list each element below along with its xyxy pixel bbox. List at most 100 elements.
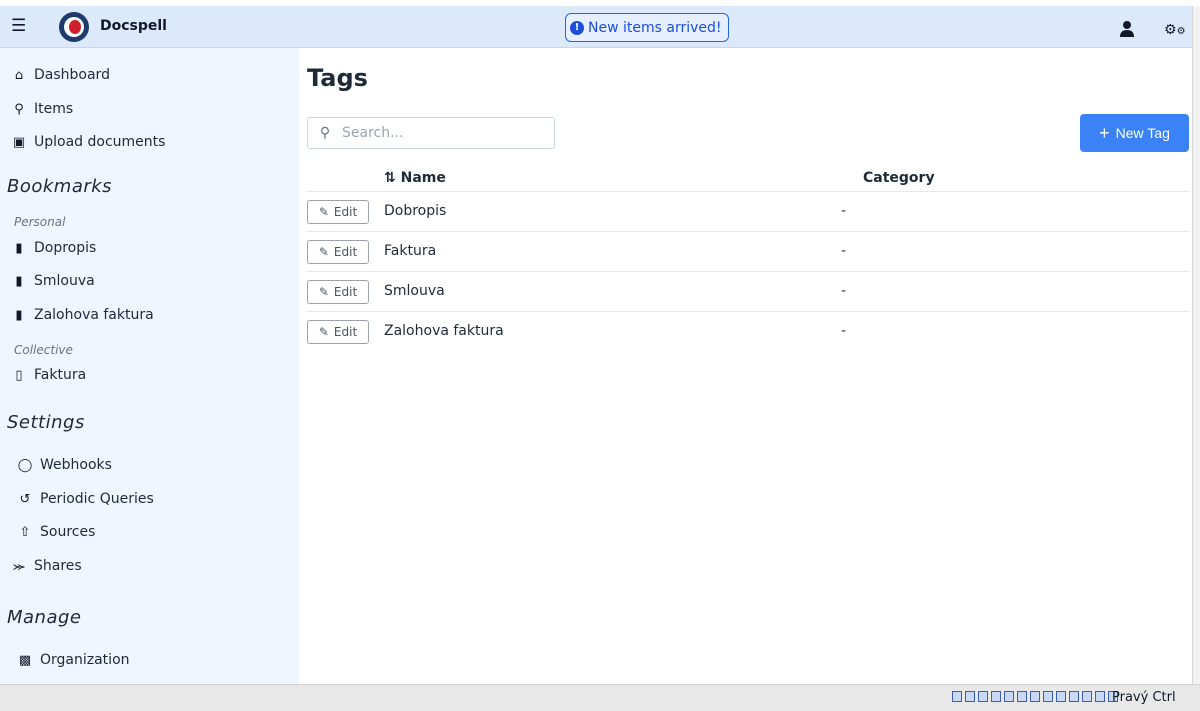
edit-button-label: Edit (333, 285, 358, 299)
host-key-label: Pravý Ctrl (1112, 690, 1176, 705)
sidebar-item-dopropis[interactable]: ▮ Dopropis (11, 240, 96, 256)
sidebar: ⌂ Dashboard ⚲ Items ▣ Upload documents B… (0, 48, 299, 684)
tag-name-cell: Smlouva (384, 283, 445, 299)
tag-name-cell: Dobropis (384, 203, 447, 219)
share-icon: ⪼ (12, 558, 26, 574)
sidebar-item-label: Smlouva (34, 273, 95, 289)
vm-device-icon[interactable] (1030, 691, 1040, 702)
sidebar-item-organization[interactable]: ▩ Organization (17, 652, 130, 668)
table-row: ✎ Edit Smlouva - (307, 271, 1189, 311)
info-icon: ! (570, 20, 584, 35)
sidebar-item-shares[interactable]: ⪼ Shares (11, 558, 82, 574)
tag-category-cell: - (841, 323, 847, 339)
sidebar-item-zalohova-faktura[interactable]: ▮ Zalohova faktura (11, 307, 154, 323)
vm-device-icon[interactable] (1017, 691, 1027, 702)
column-header-category: Category (863, 170, 935, 186)
sidebar-item-label: Organization (40, 652, 130, 668)
settings-heading: Settings (7, 412, 85, 433)
sort-icon: ⇅ (384, 170, 396, 186)
edit-button-label: Edit (333, 245, 358, 259)
sidebar-item-label: Faktura (34, 367, 87, 383)
column-header-name-label: Name (400, 170, 446, 186)
edit-button-label: Edit (333, 205, 358, 219)
sidebar-item-label: Items (34, 101, 74, 117)
vm-device-icon[interactable] (965, 691, 975, 702)
new-tag-button[interactable]: + New Tag (1080, 114, 1189, 152)
personal-heading: Personal (14, 215, 66, 229)
vm-device-icon[interactable] (1082, 691, 1092, 702)
manage-heading: Manage (7, 607, 82, 628)
vm-device-icon[interactable] (1069, 691, 1079, 702)
sidebar-item-label: Upload documents (34, 134, 166, 150)
sidebar-item-faktura[interactable]: ▯ Faktura (11, 367, 86, 383)
sidebar-item-label: Periodic Queries (40, 491, 154, 507)
sidebar-item-label: Sources (40, 524, 96, 540)
bookmark-icon: ▮ (15, 273, 23, 289)
vm-device-icon[interactable] (1043, 691, 1053, 702)
sidebar-item-label: Webhooks (40, 457, 112, 473)
bookmark-icon: ▮ (15, 307, 23, 323)
menu-toggle-icon[interactable]: ☰ (11, 16, 29, 36)
vm-device-icon[interactable] (1095, 691, 1105, 702)
bookmark-icon: ▮ (15, 240, 23, 256)
comment-icon: ◯ (17, 457, 33, 473)
edit-button[interactable]: ✎ Edit (307, 240, 369, 264)
page-title: Tags (307, 64, 368, 92)
vm-status-icons (952, 691, 1118, 702)
sidebar-item-webhooks[interactable]: ◯ Webhooks (17, 457, 112, 473)
new-items-notice-label: New items arrived! (588, 19, 722, 36)
plus-icon: + (1099, 123, 1110, 143)
app-title[interactable]: Docspell (100, 18, 167, 34)
search-input[interactable] (342, 125, 542, 141)
bookmark-outline-icon: ▯ (15, 367, 23, 383)
vm-status-bar: Pravý Ctrl (0, 684, 1200, 711)
vm-device-icon[interactable] (1056, 691, 1066, 702)
docspell-logo[interactable] (59, 12, 89, 42)
search-box: ⚲ (307, 117, 555, 149)
tag-name-cell: Zalohova faktura (384, 323, 504, 339)
history-icon: ↺ (19, 491, 31, 507)
tag-name-cell: Faktura (384, 243, 437, 259)
file-upload-icon: ▣ (12, 134, 26, 150)
window-right-edge (1192, 6, 1200, 684)
tag-category-cell: - (841, 203, 847, 219)
column-header-name[interactable]: ⇅ Name (384, 170, 446, 186)
edit-button-label: Edit (333, 325, 358, 339)
edit-icon: ✎ (318, 245, 329, 259)
sidebar-item-label: Dopropis (34, 240, 97, 256)
table-row: ✎ Edit Faktura - (307, 231, 1189, 271)
sidebar-item-dashboard[interactable]: ⌂ Dashboard (11, 67, 110, 83)
search-icon: ⚲ (319, 125, 331, 141)
sidebar-item-smlouva[interactable]: ▮ Smlouva (11, 273, 95, 289)
edit-button[interactable]: ✎ Edit (307, 200, 369, 224)
tag-category-cell: - (841, 283, 847, 299)
vm-device-icon[interactable] (952, 691, 962, 702)
edit-button[interactable]: ✎ Edit (307, 280, 369, 304)
edit-icon: ✎ (318, 325, 329, 339)
industry-icon: ▩ (18, 652, 32, 668)
vm-device-icon[interactable] (991, 691, 1001, 702)
edit-icon: ✎ (318, 285, 329, 299)
table-row: ✎ Edit Zalohova faktura - (307, 311, 1189, 351)
search-icon: ⚲ (14, 101, 24, 117)
sidebar-item-periodic-queries[interactable]: ↺ Periodic Queries (17, 491, 154, 507)
sidebar-item-upload-documents[interactable]: ▣ Upload documents (11, 134, 166, 150)
user-icon[interactable] (1119, 20, 1135, 38)
home-icon: ⌂ (14, 67, 24, 83)
sidebar-item-items[interactable]: ⚲ Items (11, 101, 73, 117)
sidebar-item-sources[interactable]: ⇧ Sources (17, 524, 96, 540)
edit-button[interactable]: ✎ Edit (307, 320, 369, 344)
sidebar-item-label: Zalohova faktura (34, 307, 154, 323)
vm-device-icon[interactable] (978, 691, 988, 702)
new-items-notice[interactable]: ! New items arrived! (565, 13, 729, 42)
table-row: ✎ Edit Dobropis - (307, 191, 1189, 231)
sidebar-item-label: Dashboard (34, 67, 110, 83)
upload-icon: ⇧ (19, 524, 31, 540)
top-bar: ☰ Docspell ! New items arrived! ⚙⚙ (0, 6, 1192, 48)
vm-device-icon[interactable] (1004, 691, 1014, 702)
bookmarks-heading: Bookmarks (7, 176, 113, 197)
edit-icon: ✎ (318, 205, 329, 219)
settings-gear-icon[interactable]: ⚙⚙ (1164, 21, 1186, 39)
new-tag-button-label: New Tag (1115, 125, 1170, 141)
sidebar-item-label: Shares (34, 558, 82, 574)
